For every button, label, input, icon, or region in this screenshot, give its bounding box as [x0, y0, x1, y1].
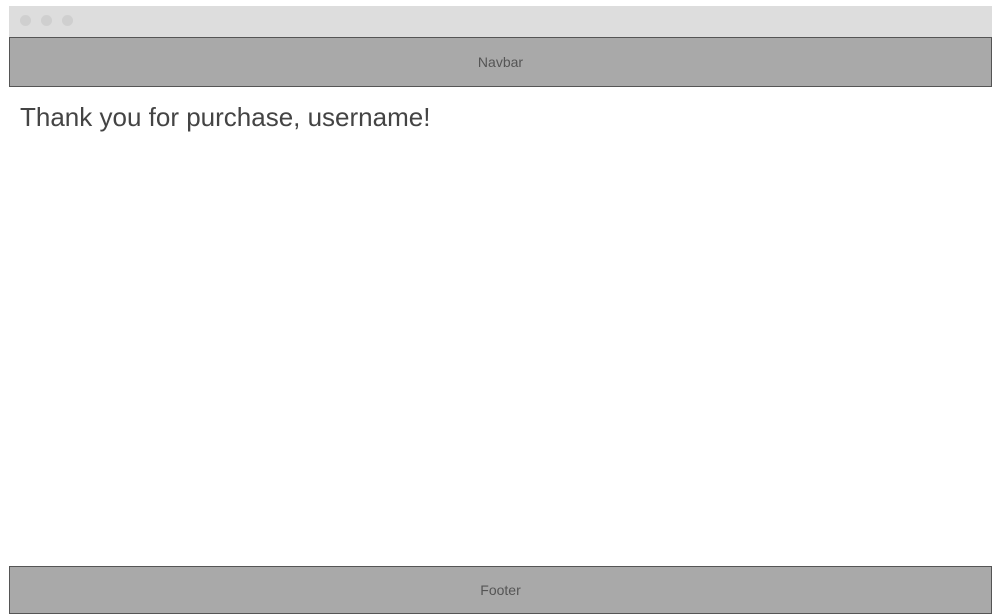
window-titlebar	[9, 6, 992, 37]
window-minimize-dot-icon[interactable]	[41, 15, 52, 26]
purchase-confirmation-heading: Thank you for purchase, username!	[20, 102, 431, 132]
navbar-label: Navbar	[477, 54, 524, 70]
footer: Footer	[9, 566, 992, 614]
window-maximize-dot-icon[interactable]	[62, 15, 73, 26]
browser-window: Navbar Thank you for purchase, username!…	[9, 6, 992, 614]
window-close-dot-icon[interactable]	[20, 15, 31, 26]
navbar: Navbar	[9, 37, 992, 87]
footer-label: Footer	[480, 582, 521, 598]
